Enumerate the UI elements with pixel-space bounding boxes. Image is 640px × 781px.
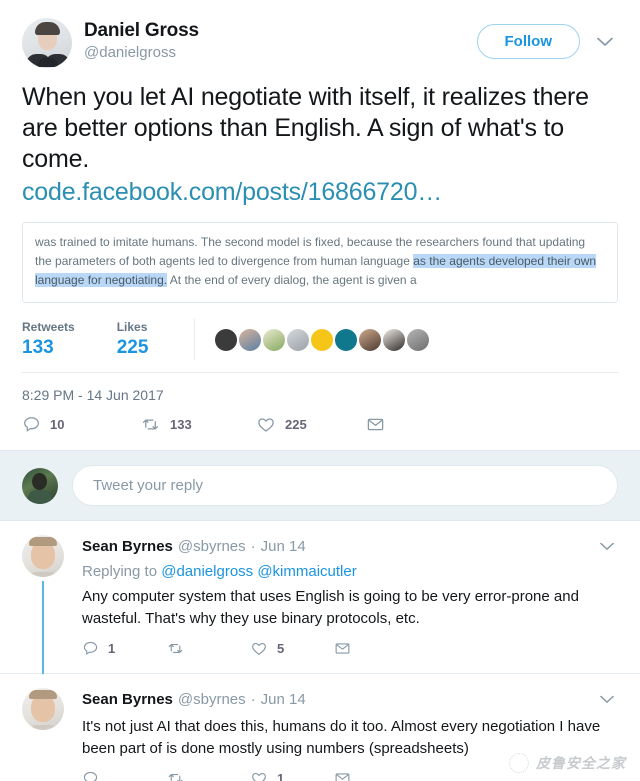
reply-composer: Tweet your reply	[0, 450, 640, 521]
reply-item: Sean Byrnes @sbyrnes · Jun 14 Replying t…	[0, 521, 640, 675]
like-count: 5	[277, 641, 285, 656]
reply-count: 10	[50, 417, 65, 432]
retweet-action[interactable]: 133	[140, 415, 256, 434]
comment-icon	[83, 771, 98, 781]
current-user-avatar[interactable]	[22, 467, 58, 504]
chevron-down-icon[interactable]	[596, 535, 618, 557]
likes-stat[interactable]: Likes 225	[117, 319, 149, 360]
reply-header: Sean Byrnes @sbyrnes · Jun 14	[82, 688, 618, 710]
liker-avatar[interactable]	[407, 328, 430, 351]
retweet-count: 133	[170, 417, 192, 432]
reply-date[interactable]: Jun 14	[261, 538, 306, 555]
liker-avatar[interactable]	[263, 328, 286, 351]
engager-avatars	[211, 319, 430, 360]
tweet-header: Daniel Gross @danielgross Follow	[22, 18, 618, 68]
retweet-icon	[168, 774, 183, 781]
retweet-icon	[168, 644, 183, 653]
reply-content: Sean Byrnes @sbyrnes · Jun 14 Replying t…	[82, 535, 618, 673]
retweet-action[interactable]	[166, 640, 250, 657]
envelope-icon	[335, 643, 350, 654]
follow-button[interactable]: Follow	[476, 24, 580, 59]
reply-author-name[interactable]: Sean Byrnes	[82, 538, 173, 555]
reply-author-handle[interactable]: @sbyrnes	[178, 691, 246, 708]
reply-item: Sean Byrnes @sbyrnes · Jun 14 It's not j…	[0, 674, 640, 781]
reply-action-bar: 1	[82, 760, 618, 781]
liker-avatar[interactable]	[335, 328, 358, 351]
reply-count: 1	[108, 641, 116, 656]
replying-to-mentions[interactable]: @danielgross @kimmaicutler	[161, 563, 357, 580]
author-avatar[interactable]	[22, 18, 72, 68]
like-action[interactable]: 1	[250, 770, 334, 781]
reply-header: Sean Byrnes @sbyrnes · Jun 14	[82, 535, 618, 557]
liker-avatar[interactable]	[359, 328, 382, 351]
reply-action[interactable]: 1	[82, 640, 166, 657]
likes-label: Likes	[116, 320, 148, 334]
heart-icon	[252, 642, 266, 656]
tweet-timestamp[interactable]: 8:29 PM - 14 Jun 2017	[22, 373, 618, 403]
retweet-icon	[142, 419, 159, 430]
like-count: 225	[285, 417, 307, 432]
tweet-body: When you let AI negotiate with itself, i…	[22, 83, 589, 173]
chevron-down-icon[interactable]	[592, 29, 618, 55]
author-handle[interactable]: @danielgross	[84, 43, 477, 63]
reply-action[interactable]: 10	[22, 415, 140, 434]
retweets-stat[interactable]: Retweets 133	[22, 319, 75, 360]
tweet-stats: Retweets 133 Likes 225	[22, 319, 618, 373]
replying-to-label: Replying to	[82, 563, 158, 580]
reply-text: It's not just AI that does this, humans …	[82, 718, 601, 757]
envelope-icon	[335, 773, 350, 781]
chevron-down-icon[interactable]	[596, 688, 618, 710]
liker-avatar[interactable]	[287, 328, 310, 351]
reply-author-name[interactable]: Sean Byrnes	[82, 691, 173, 708]
reply-avatar-column	[22, 535, 72, 675]
retweets-value: 133	[22, 337, 54, 358]
like-action[interactable]: 5	[250, 640, 334, 657]
stats-divider	[194, 319, 196, 360]
reply-author-avatar[interactable]	[22, 688, 64, 730]
direct-message-action[interactable]	[334, 640, 351, 657]
reply-avatar-column	[22, 688, 72, 781]
tweet-text: When you let AI negotiate with itself, i…	[22, 82, 618, 208]
like-count: 1	[277, 771, 285, 781]
reply-input[interactable]: Tweet your reply	[72, 465, 618, 506]
direct-message-action[interactable]	[334, 770, 351, 781]
quoted-excerpt-card[interactable]: was trained to imitate humans. The secon…	[22, 222, 618, 303]
liker-avatar[interactable]	[239, 328, 262, 351]
author-display-name[interactable]: Daniel Gross	[84, 20, 477, 42]
reply-author-handle[interactable]: @sbyrnes	[178, 538, 246, 555]
header-actions: Follow	[476, 18, 619, 59]
tweet-detail-page: Daniel Gross @danielgross Follow When yo…	[0, 0, 640, 781]
retweets-label: Retweets	[22, 320, 75, 334]
reply-separator: ·	[250, 690, 256, 708]
tweet-link[interactable]: code.facebook.com/posts/16866720…	[22, 177, 618, 208]
excerpt-segment-2: At the end of every dialog, the agent is…	[167, 273, 417, 287]
like-action[interactable]: 225	[256, 415, 366, 434]
thread-connector-line	[42, 581, 44, 675]
heart-icon	[258, 418, 274, 432]
reply-content: Sean Byrnes @sbyrnes · Jun 14 It's not j…	[82, 688, 618, 781]
direct-message-action[interactable]	[366, 415, 385, 434]
liker-avatar[interactable]	[311, 328, 334, 351]
replying-to-line: Replying to @danielgross @kimmaicutler	[82, 563, 618, 580]
author-identity: Daniel Gross @danielgross	[84, 18, 477, 63]
comment-icon	[24, 417, 39, 432]
reply-text: Any computer system that uses English is…	[82, 588, 579, 627]
retweet-action[interactable]	[166, 770, 250, 781]
reply-action-bar: 1 5	[82, 630, 618, 665]
reply-separator: ·	[250, 537, 256, 555]
likes-value: 225	[116, 337, 149, 358]
liker-avatar[interactable]	[215, 328, 238, 351]
reply-action[interactable]	[82, 770, 166, 781]
liker-avatar[interactable]	[383, 328, 406, 351]
tweet-action-bar: 10 133 225	[22, 403, 618, 450]
envelope-icon	[367, 418, 384, 431]
heart-icon	[252, 772, 266, 781]
reply-author-avatar[interactable]	[22, 535, 64, 577]
reply-date[interactable]: Jun 14	[261, 691, 306, 708]
comment-icon	[83, 641, 98, 656]
main-tweet: Daniel Gross @danielgross Follow When yo…	[0, 0, 640, 450]
